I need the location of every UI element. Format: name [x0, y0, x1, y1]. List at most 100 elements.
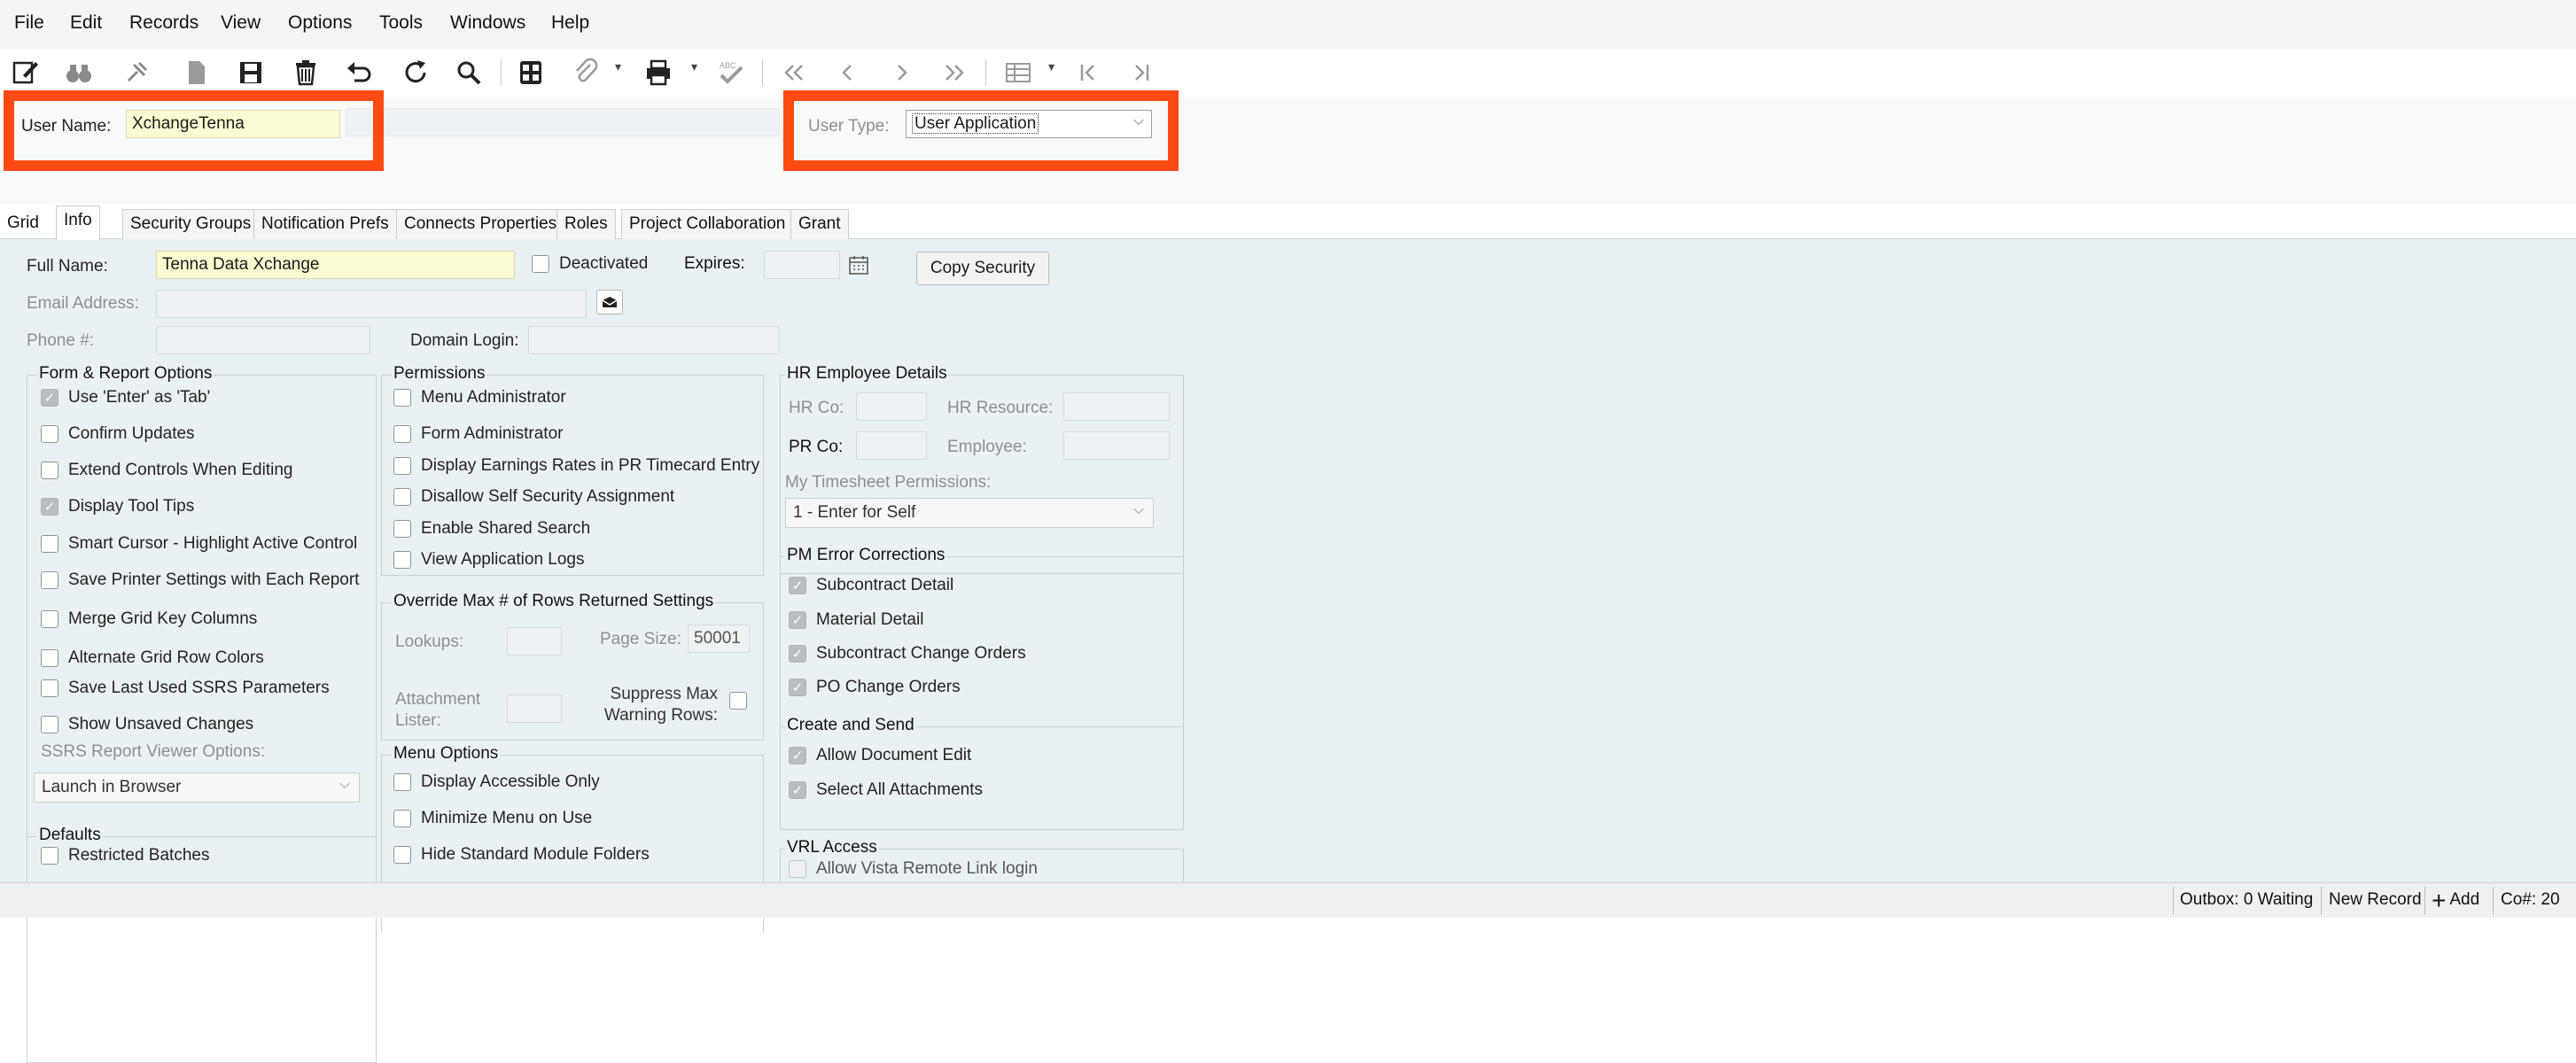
- show-unsaved-changes-checkbox[interactable]: Show Unsaved Changes: [41, 715, 253, 734]
- confirm-updates-checkbox[interactable]: Confirm Updates: [41, 424, 195, 444]
- vrl-access-title: VRL Access: [785, 838, 879, 857]
- full-name-field[interactable]: Tenna Data Xchange: [156, 251, 515, 279]
- lookups-field[interactable]: [507, 627, 562, 656]
- subcontract-detail-checkbox[interactable]: ✓ Subcontract Detail: [789, 576, 953, 595]
- display-accessible-only-checkbox[interactable]: Display Accessible Only: [393, 772, 600, 792]
- go-first-icon[interactable]: [1072, 56, 1106, 89]
- tab-project-collaboration[interactable]: Project Collaboration: [621, 209, 794, 239]
- checkbox-box: [41, 649, 58, 667]
- menu-options-title: Menu Options: [392, 744, 501, 764]
- deactivated-checkbox[interactable]: Deactivated: [532, 254, 648, 274]
- search-icon[interactable]: [452, 56, 486, 89]
- tab-info[interactable]: Info: [56, 206, 100, 240]
- allow-vista-remote-link-login-checkbox[interactable]: Allow Vista Remote Link login: [789, 859, 1038, 879]
- binoculars-icon[interactable]: [62, 56, 96, 89]
- view-application-logs-checkbox[interactable]: View Application Logs: [393, 550, 585, 570]
- suppress-max-warning-checkbox[interactable]: [729, 692, 757, 710]
- menu-administrator-checkbox[interactable]: Menu Administrator: [393, 388, 566, 407]
- checkmark-icon: ✓: [789, 747, 806, 764]
- next-record-icon[interactable]: [884, 56, 918, 89]
- tab-roles[interactable]: Roles: [556, 209, 616, 239]
- last-record-icon[interactable]: [938, 56, 971, 89]
- menu-administrator-label: Menu Administrator: [421, 388, 566, 407]
- company-number-status: Co#: 20: [2501, 890, 2560, 909]
- status-bar: Outbox: 0 Waiting New Record + Add Co#: 2…: [0, 882, 2576, 918]
- restricted-batches-checkbox[interactable]: Restricted Batches: [41, 846, 209, 865]
- save-last-used-ssrs-parameters-checkbox[interactable]: Save Last Used SSRS Parameters: [41, 679, 330, 698]
- timesheet-permissions-select[interactable]: 1 - Enter for Self ⌵: [785, 498, 1154, 528]
- grid-view-icon[interactable]: [1001, 56, 1035, 89]
- form-administrator-checkbox[interactable]: Form Administrator: [393, 424, 563, 444]
- copy-security-button[interactable]: Copy Security: [916, 252, 1049, 285]
- full-name-label: Full Name:: [27, 257, 108, 275]
- grid-view-dropdown-icon[interactable]: ▾: [1048, 59, 1055, 74]
- edit-icon[interactable]: [9, 56, 43, 89]
- save-icon[interactable]: [234, 56, 268, 89]
- menu-help[interactable]: Help: [551, 12, 589, 34]
- go-last-icon[interactable]: [1124, 56, 1157, 89]
- email-icon[interactable]: [596, 290, 623, 314]
- ssrs-options-select[interactable]: Launch in Browser ⌵: [34, 772, 360, 803]
- tab-security-groups[interactable]: Security Groups: [122, 209, 260, 239]
- attachment-lister-field[interactable]: [507, 694, 562, 723]
- printer-dropdown-icon[interactable]: ▾: [691, 59, 697, 74]
- tab-connects-properties[interactable]: Connects Properties: [396, 209, 565, 239]
- select-all-attachments-checkbox[interactable]: ✓ Select All Attachments: [789, 780, 983, 800]
- save-printer-settings-with-each-report-checkbox[interactable]: Save Printer Settings with Each Report: [41, 570, 359, 590]
- allow-document-edit-checkbox[interactable]: ✓ Allow Document Edit: [789, 746, 971, 765]
- attachment-icon[interactable]: [569, 56, 603, 89]
- hr-resource-field[interactable]: [1063, 392, 1170, 421]
- menu-records[interactable]: Records: [129, 12, 198, 34]
- display-tool-tips-checkbox[interactable]: ✓ Display Tool Tips: [41, 497, 194, 516]
- previous-record-icon[interactable]: [831, 56, 865, 89]
- hide-standard-module-folders-checkbox[interactable]: Hide Standard Module Folders: [393, 845, 650, 865]
- menu-view[interactable]: View: [221, 12, 261, 34]
- delete-icon[interactable]: [289, 56, 323, 89]
- use-enter-as-tab-checkbox[interactable]: ✓ Use 'Enter' as 'Tab': [41, 388, 210, 407]
- confirm-updates-label: Confirm Updates: [68, 424, 195, 443]
- po-change-orders-checkbox[interactable]: ✓ PO Change Orders: [789, 678, 961, 697]
- pin-icon[interactable]: [120, 56, 153, 89]
- tab-grant[interactable]: Grant: [790, 209, 849, 239]
- restricted-batches-label: Restricted Batches: [68, 846, 210, 865]
- domain-login-field[interactable]: [528, 326, 780, 354]
- employee-label: Employee:: [947, 438, 1027, 456]
- tab-notification-prefs[interactable]: Notification Prefs: [253, 209, 397, 239]
- page-size-field[interactable]: 50001: [688, 625, 750, 653]
- checkbox-box: [41, 462, 58, 479]
- menu-edit[interactable]: Edit: [70, 12, 102, 34]
- add-status[interactable]: + Add: [2432, 888, 2479, 912]
- first-record-icon[interactable]: [777, 56, 811, 89]
- extend-controls-when-editing-checkbox[interactable]: Extend Controls When Editing: [41, 461, 292, 480]
- document-icon[interactable]: [180, 56, 214, 89]
- calculator-icon[interactable]: [514, 56, 548, 89]
- menu-options[interactable]: Options: [288, 12, 352, 34]
- email-address-field[interactable]: [156, 290, 587, 318]
- spellcheck-icon[interactable]: ABC: [714, 56, 748, 89]
- undo-icon[interactable]: [342, 56, 376, 89]
- display-tool-tips-label: Display Tool Tips: [68, 497, 195, 516]
- merge-grid-key-columns-checkbox[interactable]: Merge Grid Key Columns: [41, 609, 257, 629]
- hr-co-field[interactable]: [856, 392, 927, 421]
- printer-icon[interactable]: [642, 56, 675, 89]
- employee-field[interactable]: [1063, 431, 1170, 460]
- display-earnings-rates-in-pr-timecard-entry-checkbox[interactable]: Display Earnings Rates in PR Timecard En…: [393, 456, 759, 476]
- display-earnings-rates-in-pr-timecard-entry-label: Display Earnings Rates in PR Timecard En…: [421, 456, 760, 475]
- calendar-icon[interactable]: [847, 253, 870, 282]
- attachment-dropdown-icon[interactable]: ▾: [615, 59, 621, 74]
- alternate-grid-row-colors-checkbox[interactable]: Alternate Grid Row Colors: [41, 648, 264, 668]
- menu-windows[interactable]: Windows: [450, 12, 525, 34]
- menu-tools[interactable]: Tools: [379, 12, 423, 34]
- menu-file[interactable]: File: [14, 12, 44, 34]
- expires-field[interactable]: [764, 251, 840, 279]
- pr-co-field[interactable]: [856, 431, 927, 460]
- enable-shared-search-checkbox[interactable]: Enable Shared Search: [393, 519, 590, 539]
- material-detail-checkbox[interactable]: ✓ Material Detail: [789, 610, 923, 630]
- refresh-icon[interactable]: [399, 56, 432, 89]
- disallow-self-security-assignment-checkbox[interactable]: Disallow Self Security Assignment: [393, 487, 674, 507]
- minimize-menu-on-use-checkbox[interactable]: Minimize Menu on Use: [393, 809, 592, 828]
- tab-grid[interactable]: Grid: [0, 209, 46, 239]
- subcontract-change-orders-checkbox[interactable]: ✓ Subcontract Change Orders: [789, 644, 1026, 663]
- smart-cursor-highlight-active-control-checkbox[interactable]: Smart Cursor - Highlight Active Control: [41, 534, 357, 554]
- phone-field[interactable]: [156, 326, 370, 354]
